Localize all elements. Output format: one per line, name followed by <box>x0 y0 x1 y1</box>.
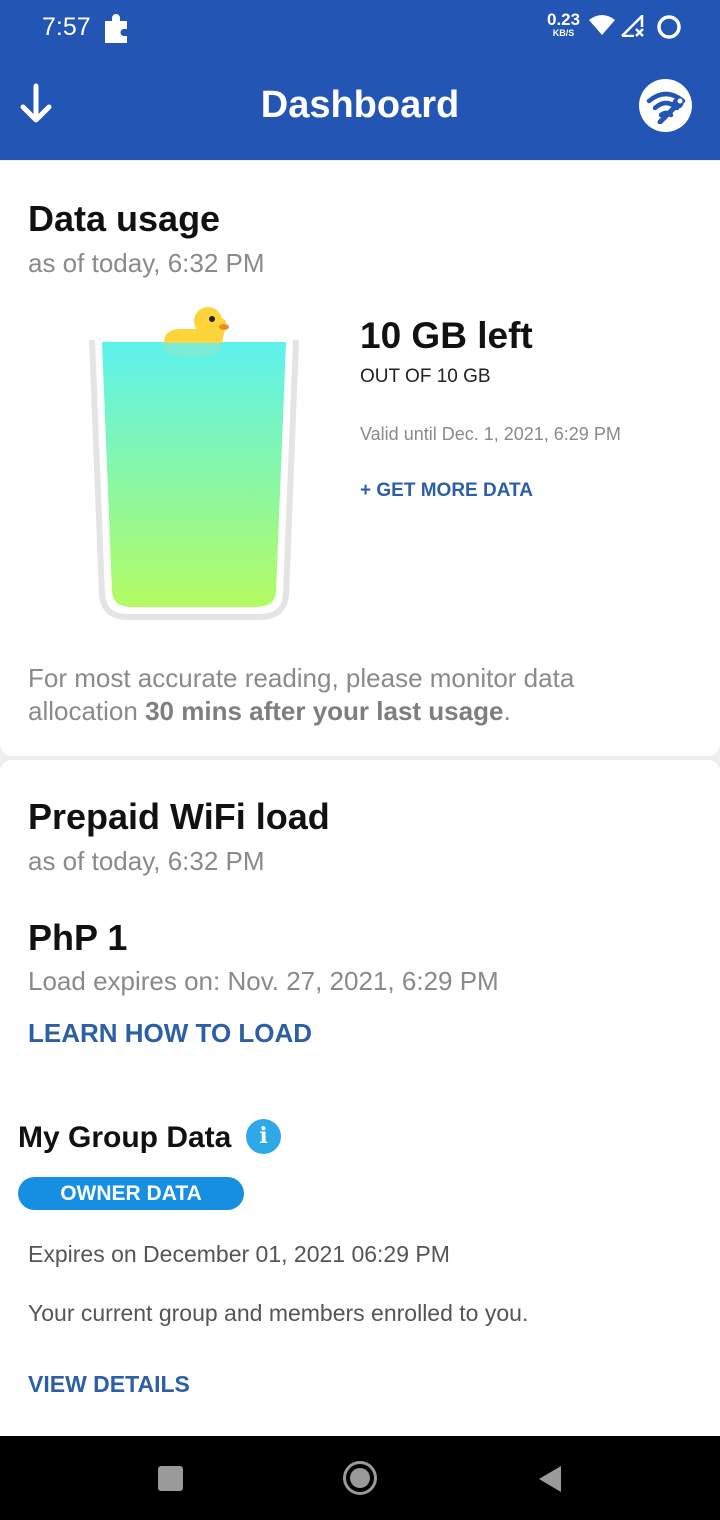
usage-note: For most accurate reading, please monito… <box>28 662 668 728</box>
duck-icon <box>162 307 229 358</box>
status-time: 7:57 <box>42 13 91 41</box>
prepaid-wifi-title: Prepaid WiFi load <box>28 796 330 837</box>
app-bar: Dashboard <box>0 56 720 160</box>
group-data-title: My Group Data <box>18 1121 232 1154</box>
system-nav-bar <box>0 1436 720 1520</box>
net-speed-value: 0.23 <box>547 10 581 29</box>
sync-icon <box>657 15 681 39</box>
info-icon[interactable]: i <box>246 1119 281 1154</box>
recents-button[interactable] <box>158 1466 183 1491</box>
load-amount: PhP 1 <box>28 917 128 958</box>
status-bar: 7:57 0.23 KB/S <box>0 0 720 56</box>
wifi-repair-icon <box>646 91 686 124</box>
water-fill <box>102 342 286 607</box>
usage-note-bold: 30 mins after your last usage <box>145 696 504 726</box>
data-total: OUT OF 10 GB <box>360 366 491 387</box>
data-valid-until: Valid until Dec. 1, 2021, 6:29 PM <box>360 424 621 444</box>
prepaid-wifi-as-of: as of today, 6:32 PM <box>28 846 265 876</box>
owner-data-badge: OWNER DATA <box>18 1177 244 1210</box>
data-usage-as-of: as of today, 6:32 PM <box>28 248 265 278</box>
learn-how-to-load-link[interactable]: LEARN HOW TO LOAD <box>28 1018 312 1049</box>
back-button[interactable] <box>537 1464 563 1494</box>
group-data-description: Your current group and members enrolled … <box>28 1300 529 1326</box>
page-title: Dashboard <box>260 84 460 126</box>
load-expiry: Load expires on: Nov. 27, 2021, 6:29 PM <box>28 966 499 996</box>
usage-note-end: . <box>503 696 511 726</box>
home-button[interactable] <box>342 1460 378 1496</box>
signal-icon <box>621 15 644 37</box>
data-remaining: 10 GB left <box>360 315 533 356</box>
data-usage-title: Data usage <box>28 198 221 239</box>
get-more-data-link[interactable]: + GET MORE DATA <box>360 480 533 502</box>
wifi-repair-button[interactable] <box>639 79 692 132</box>
view-details-link[interactable]: VIEW DETAILS <box>28 1371 190 1398</box>
group-data-expiry: Expires on December 01, 2021 06:29 PM <box>28 1241 450 1267</box>
puzzle-icon <box>105 14 127 43</box>
net-speed-unit: KB/S <box>552 28 575 38</box>
data-glass-gauge <box>89 307 299 620</box>
wifi-icon <box>589 15 615 35</box>
net-speed: 0.23 KB/S <box>547 11 580 38</box>
